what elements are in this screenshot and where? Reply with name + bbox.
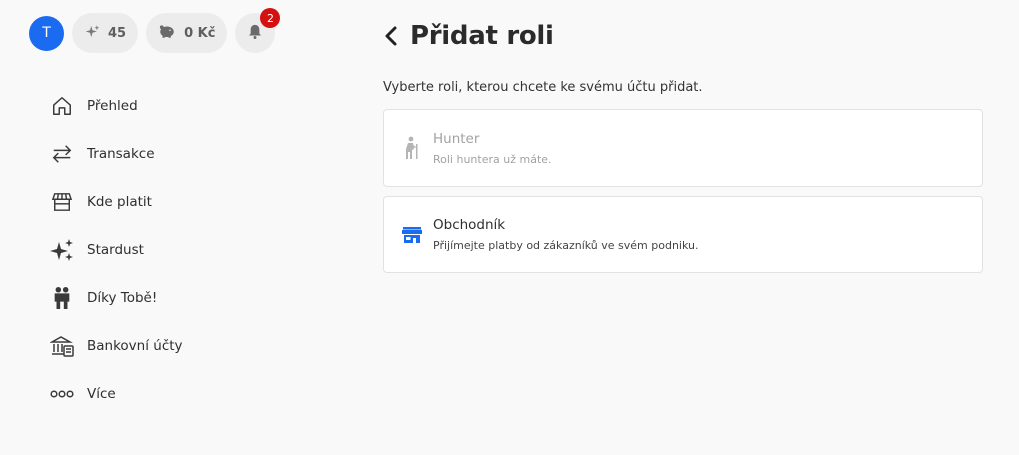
page-header: Přidat roli [383, 18, 983, 54]
sidebar-item-kde-platit[interactable]: Kde platit [49, 178, 183, 226]
bank-icon [49, 333, 75, 359]
top-bar: T 45 0 Kč 2 [29, 8, 281, 53]
home-icon [49, 93, 75, 119]
page-subtitle: Vyberte roli, kterou chcete ke svému účt… [383, 80, 703, 95]
sidebar-item-label: Přehled [87, 98, 138, 114]
sidebar-item-prehled[interactable]: Přehled [49, 82, 183, 130]
main-content: Přidat roli Vyberte roli, kterou chcete … [383, 18, 983, 273]
sidebar-item-label: Transakce [87, 146, 155, 162]
sidebar-nav: Přehled Transakce Kde platit Stardust Dí… [49, 82, 183, 418]
more-dots-icon [49, 381, 75, 407]
sidebar-item-diky-tobe[interactable]: Díky Tobě! [49, 274, 183, 322]
role-card-hunter: Hunter Roli huntera už máte. [383, 109, 983, 187]
role-card-obchodnik[interactable]: Obchodník Přijímejte platby od zákazníků… [383, 196, 983, 273]
sparkles-icon [49, 237, 75, 263]
role-title: Obchodník [433, 217, 506, 233]
sidebar-item-label: Stardust [87, 242, 144, 258]
hiker-icon [402, 136, 422, 160]
role-card-text: Hunter Roli huntera už máte. [433, 131, 552, 166]
avatar[interactable]: T [29, 15, 64, 51]
role-card-text: Obchodník Přijímejte platby od zákazníků… [433, 217, 699, 252]
sidebar-item-label: Více [87, 386, 116, 402]
page-title: Přidat roli [410, 21, 554, 51]
role-description: Roli huntera už máte. [433, 152, 552, 166]
role-title: Hunter [433, 130, 480, 147]
sidebar-item-bankovni-ucty[interactable]: Bankovní účty [49, 322, 183, 370]
balance-pill[interactable]: 0 Kč [146, 13, 228, 53]
role-description: Přijímejte platby od zákazníků ve svém p… [433, 239, 699, 252]
notification-badge: 2 [260, 8, 281, 28]
bell-icon [247, 23, 263, 44]
stardust-pill[interactable]: 45 [72, 13, 139, 53]
stardust-count: 45 [108, 25, 127, 41]
sidebar-item-vice[interactable]: Více [49, 370, 183, 418]
sidebar-item-label: Díky Tobě! [87, 290, 158, 306]
storefront-icon [402, 223, 422, 247]
transfer-arrows-icon [49, 141, 75, 167]
sidebar-item-stardust[interactable]: Stardust [49, 226, 183, 274]
piggy-bank-icon [158, 23, 176, 43]
sidebar-item-transakce[interactable]: Transakce [49, 130, 183, 178]
sparkles-icon [85, 24, 100, 43]
sidebar-item-label: Kde platit [87, 194, 152, 210]
notifications[interactable]: 2 [235, 8, 281, 53]
store-icon [49, 189, 75, 215]
back-button[interactable] [383, 21, 405, 51]
people-icon [49, 285, 75, 311]
sidebar-item-label: Bankovní účty [87, 338, 183, 354]
balance-amount: 0 Kč [184, 25, 216, 41]
